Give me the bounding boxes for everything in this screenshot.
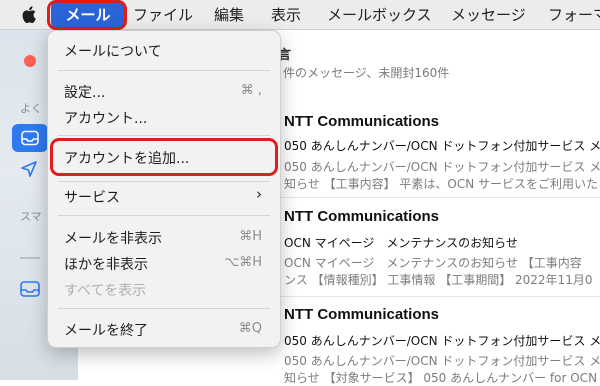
mailbox-icon[interactable] bbox=[20, 280, 40, 298]
message-preview-line: 知らせ 【工事内容】 平素は、OCN サービスをご利用いた bbox=[284, 177, 599, 191]
menu-separator bbox=[58, 70, 270, 71]
menu-item-services[interactable]: サービス bbox=[64, 187, 120, 207]
highlight-box-add-account bbox=[50, 138, 278, 176]
apple-menu-icon[interactable] bbox=[22, 0, 36, 30]
menubar-view[interactable]: 表示 bbox=[271, 0, 301, 30]
sidebar-section-smart: スマ bbox=[20, 210, 42, 223]
menu-item-show-all: すべてを表示 bbox=[64, 283, 147, 299]
message-subject: OCN マイページ メンテナンスのお知らせ bbox=[284, 236, 518, 250]
menu-item-accounts[interactable]: アカウント... bbox=[64, 108, 147, 128]
message-divider bbox=[278, 296, 600, 297]
message-sender: NTT Communications bbox=[284, 306, 440, 323]
message-sender: NTT Communications bbox=[284, 113, 440, 130]
close-window-button[interactable] bbox=[24, 55, 36, 67]
sidebar-section-favorites: よく bbox=[20, 102, 42, 115]
menubar-file[interactable]: ファイル bbox=[133, 0, 193, 30]
hide-shortcut: ⌘H bbox=[239, 229, 262, 244]
menu-item-settings[interactable]: 設定... bbox=[64, 82, 105, 102]
menu-separator bbox=[58, 135, 270, 136]
menubar-format[interactable]: フォーマ bbox=[548, 0, 600, 30]
menubar-mailbox[interactable]: メールボックス bbox=[327, 0, 432, 30]
menu-separator bbox=[58, 215, 270, 216]
message-preview-line: ンス 【情報種別】 工事情報 【工事期間】 2022年11月0 bbox=[284, 273, 593, 287]
message-preview-line: OCN マイページ メンテナンスのお知らせ 【工事内容 bbox=[284, 256, 582, 270]
message-preview-line: 知らせ 【対象サービス】 050 あんしんナンバー for OCN bbox=[284, 371, 598, 385]
menubar-edit[interactable]: 編集 bbox=[214, 0, 244, 30]
message-divider bbox=[278, 197, 600, 198]
settings-shortcut: ⌘ , bbox=[240, 83, 262, 98]
quit-shortcut: ⌘Q bbox=[238, 321, 262, 336]
menu-separator bbox=[58, 308, 270, 309]
mailbox-subtitle: 件のメッセージ、未開封160件 bbox=[283, 66, 450, 80]
hide-others-shortcut: ⌥⌘H bbox=[224, 255, 262, 270]
highlight-box-mail-menu bbox=[47, 0, 127, 30]
menu-item-hide-mail[interactable]: メールを非表示 bbox=[64, 228, 162, 248]
sidebar-item-inbox[interactable] bbox=[12, 124, 48, 152]
menu-item-about[interactable]: メールについて bbox=[64, 41, 162, 61]
sent-icon[interactable] bbox=[20, 160, 38, 178]
message-subject: 050 あんしんナンバー/OCN ドットフォン付加サービス メ bbox=[284, 139, 600, 153]
message-preview-line: 050 あんしんナンバー/OCN ドットフォン付加サービス メ bbox=[284, 160, 600, 174]
inbox-icon bbox=[21, 130, 39, 146]
message-sender: NTT Communications bbox=[284, 208, 440, 225]
menubar-message[interactable]: メッセージ bbox=[451, 0, 526, 30]
separator-icon bbox=[20, 257, 40, 259]
menu-item-hide-others[interactable]: ほかを非表示 bbox=[64, 254, 148, 274]
menu-item-quit[interactable]: メールを終了 bbox=[64, 320, 148, 340]
message-preview-line: 050 あんしんナンバー/OCN ドットフォン付加サービス メ bbox=[284, 354, 600, 368]
message-subject: 050 あんしんナンバー/OCN ドットフォン付加サービス メ bbox=[284, 334, 600, 348]
menu-separator bbox=[58, 181, 270, 182]
chevron-right-icon: › bbox=[256, 185, 262, 203]
mail-app-menu: メールについて 設定... ⌘ , アカウント... アカウントを追加... サ… bbox=[47, 30, 281, 348]
